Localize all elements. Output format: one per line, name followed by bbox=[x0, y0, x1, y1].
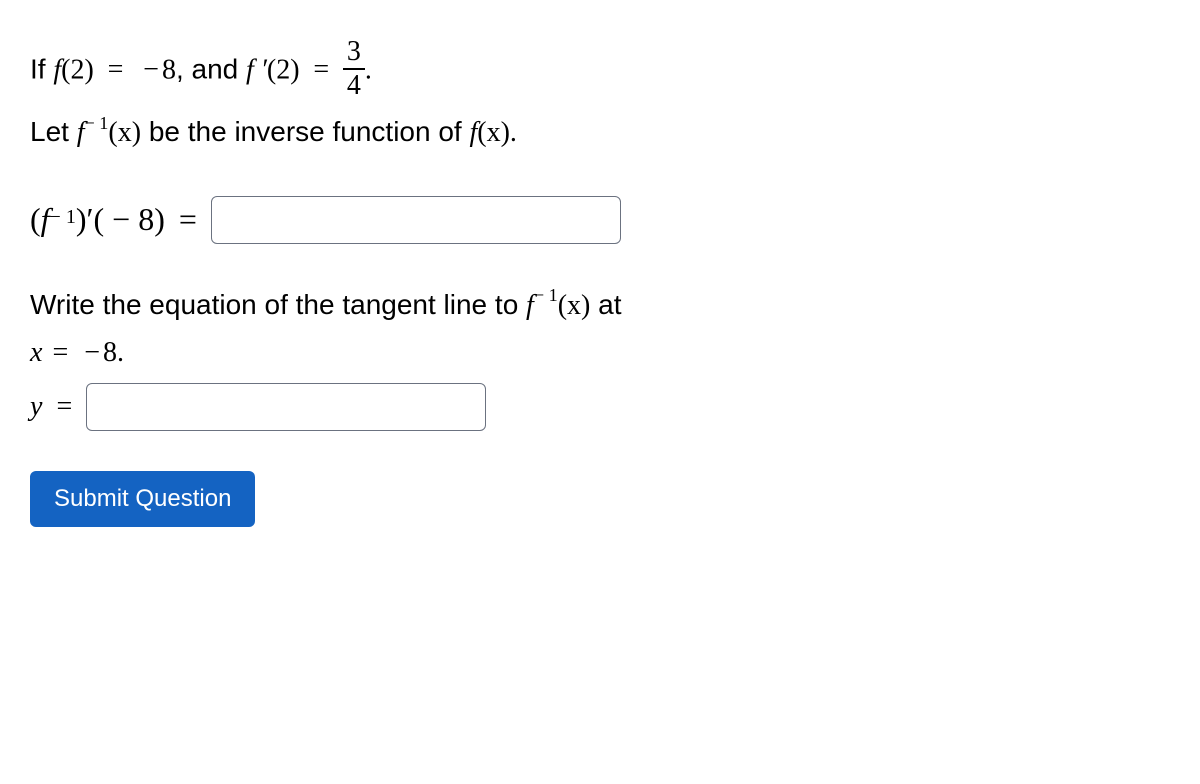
question-2-prompt: Write the equation of the tangent line t… bbox=[30, 284, 1170, 327]
x-var: x bbox=[30, 337, 42, 369]
math-arg2: (2) bbox=[267, 54, 300, 85]
q2-f: f bbox=[526, 290, 534, 321]
text-and: , and bbox=[176, 53, 246, 84]
x-val: 8 bbox=[103, 337, 117, 369]
sup-inv: − 1 bbox=[84, 113, 108, 133]
given-line-1: If f(2) = −8, and f ′(2) = 3 4 . bbox=[30, 40, 1170, 102]
x-period: . bbox=[117, 337, 124, 369]
q2-sup: − 1 bbox=[534, 285, 558, 305]
q2-argx: (x) bbox=[558, 290, 591, 321]
y-var: y bbox=[30, 391, 42, 423]
x-equals-row: x = −8. bbox=[30, 337, 1170, 369]
q1-eq: = bbox=[179, 201, 197, 238]
submit-button[interactable]: Submit Question bbox=[30, 471, 255, 527]
q2-text-b: at bbox=[590, 289, 621, 320]
q1-sup: − 1 bbox=[50, 206, 76, 229]
fraction: 3 4 bbox=[343, 38, 365, 100]
answer-input-1[interactable] bbox=[211, 196, 621, 244]
math-f: f bbox=[53, 54, 61, 85]
val-8: 8 bbox=[162, 54, 176, 85]
q1-arg: ( − 8) bbox=[93, 201, 164, 238]
q1-prime: ′ bbox=[86, 201, 93, 238]
text-inverse: be the inverse function of bbox=[141, 116, 469, 147]
problem-statement: If f(2) = −8, and f ′(2) = 3 4 . Let f− … bbox=[30, 40, 1170, 156]
fraction-den: 4 bbox=[343, 70, 365, 100]
math-fprime: f ′ bbox=[246, 54, 267, 85]
question-1-row: (f− 1)′( − 8) = bbox=[30, 196, 1170, 244]
text-if: If bbox=[30, 53, 53, 84]
y-equals-row: y = bbox=[30, 383, 1170, 431]
math-arg-x: (x) bbox=[108, 117, 141, 148]
fraction-num: 3 bbox=[343, 38, 365, 70]
q1-f: f bbox=[41, 201, 50, 238]
op-eq2: = bbox=[313, 54, 329, 85]
math-arg: (2) bbox=[61, 54, 94, 85]
period2: . bbox=[510, 117, 517, 148]
math-arg-x2: (x) bbox=[477, 117, 510, 148]
y-eq: = bbox=[56, 391, 72, 423]
answer-input-2[interactable] bbox=[86, 383, 486, 431]
q2-text-a: Write the equation of the tangent line t… bbox=[30, 289, 526, 320]
q1-close: ) bbox=[76, 201, 87, 238]
x-neg: − bbox=[84, 337, 100, 369]
period: . bbox=[365, 54, 372, 85]
op-neg: − bbox=[143, 54, 159, 85]
op-eq: = bbox=[108, 54, 124, 85]
x-eq: = bbox=[52, 337, 68, 369]
q1-open: ( bbox=[30, 201, 41, 238]
text-let: Let bbox=[30, 116, 77, 147]
given-line-2: Let f− 1(x) be the inverse function of f… bbox=[30, 110, 1170, 156]
